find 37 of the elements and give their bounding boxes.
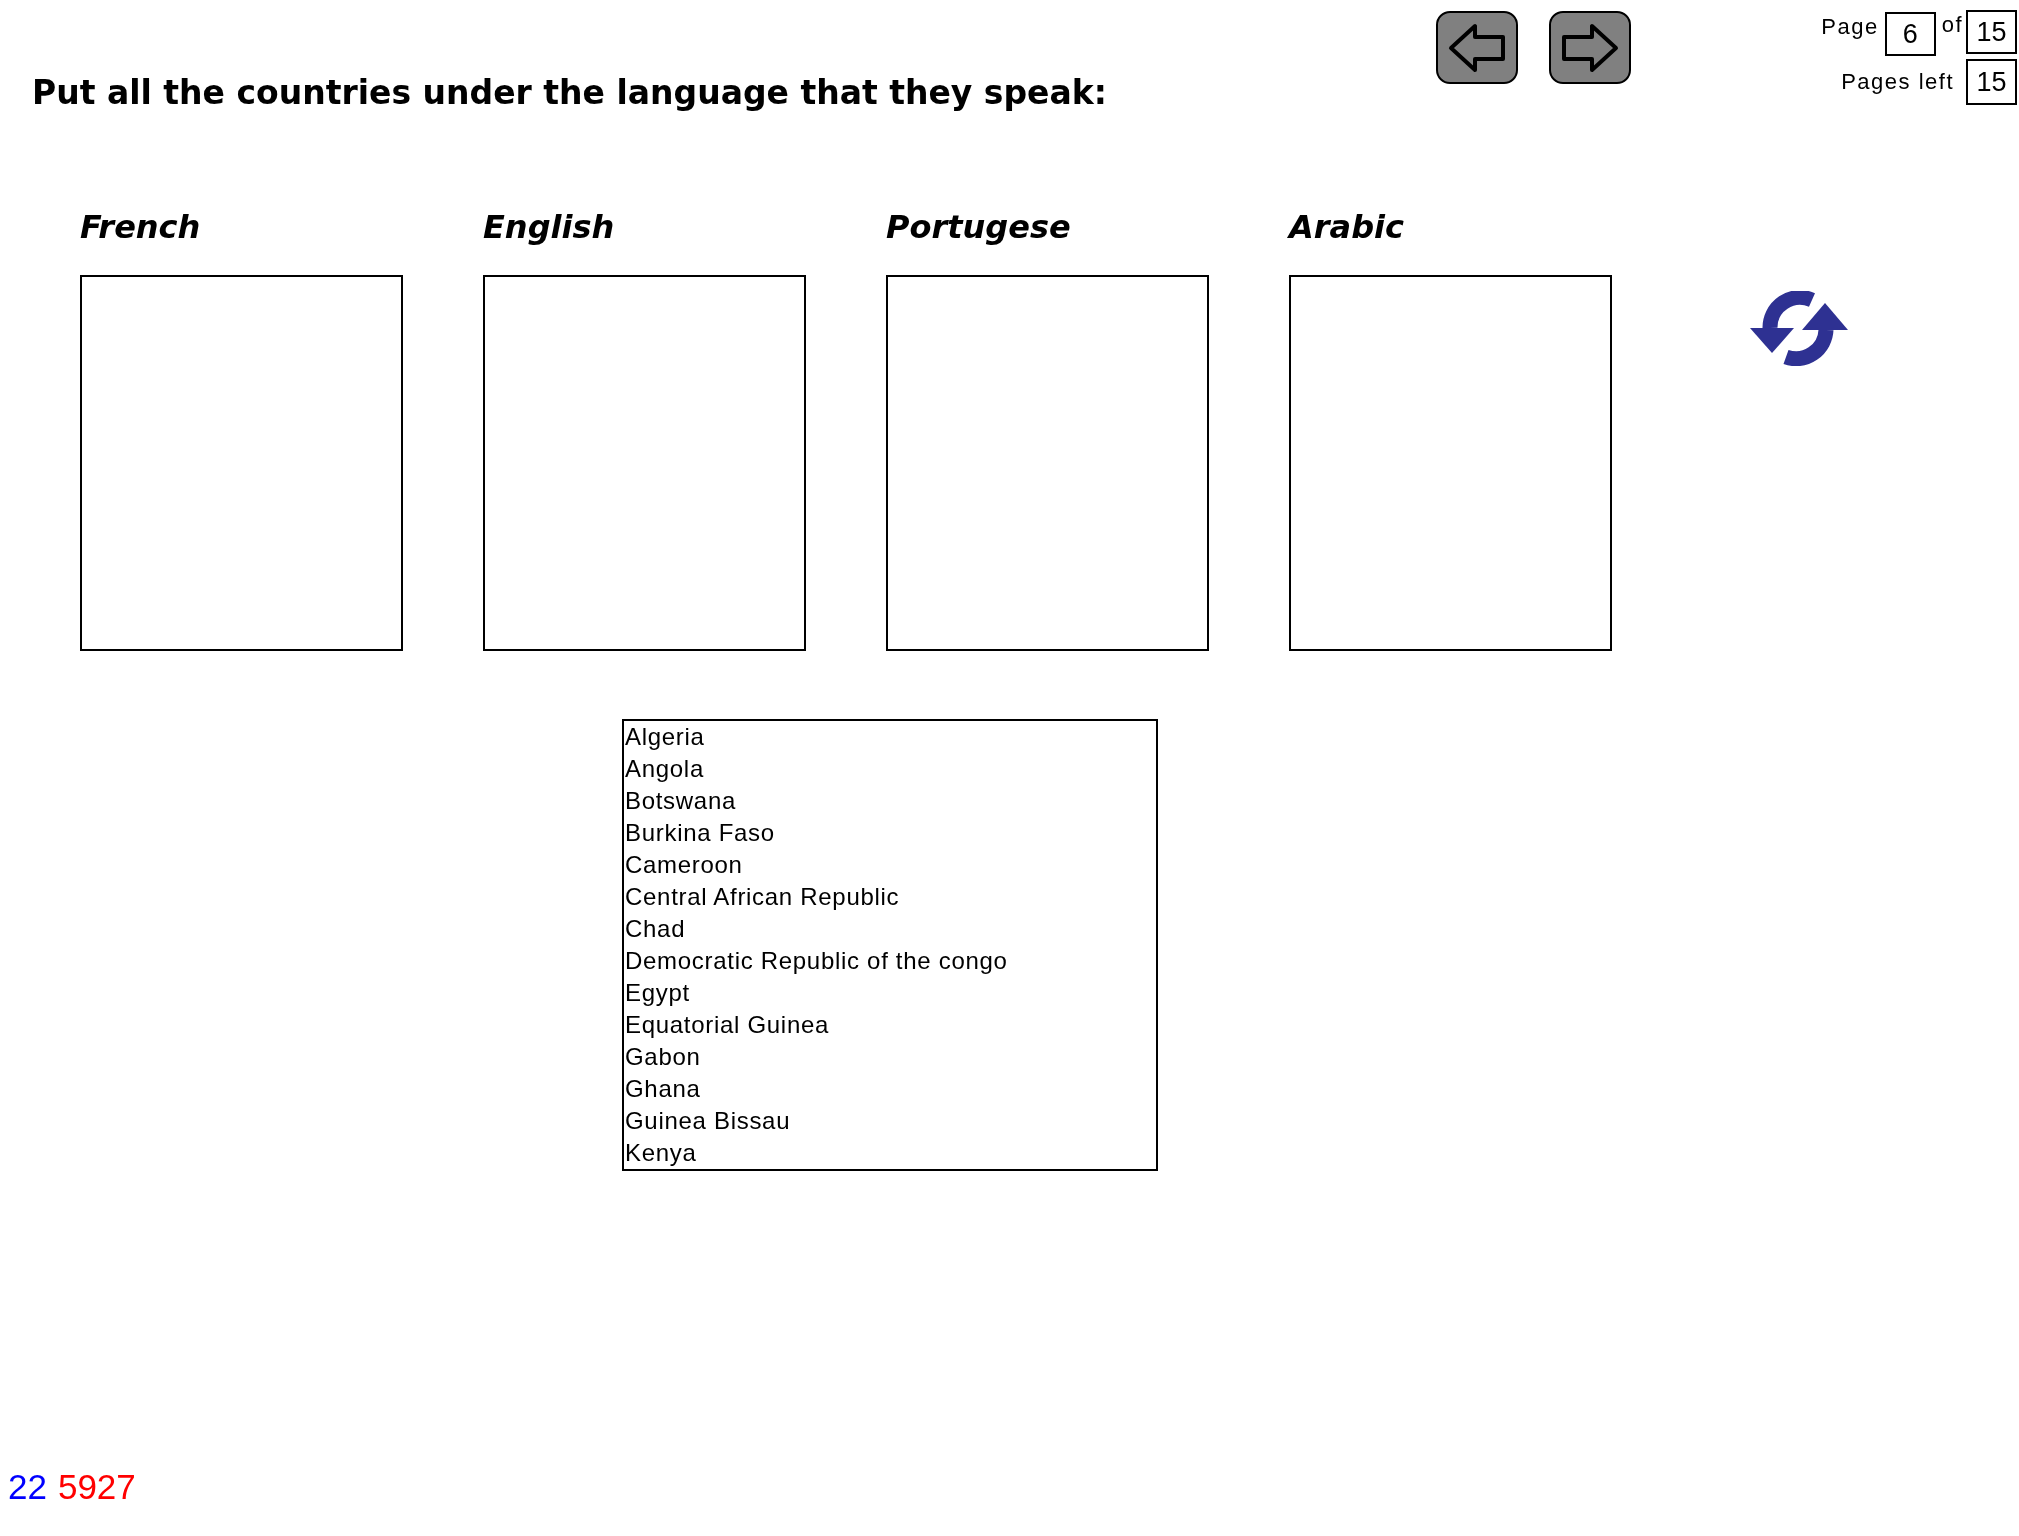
arrow-left-icon [1448, 22, 1506, 73]
drop-area[interactable] [483, 275, 806, 651]
country-item[interactable]: Ghana [624, 1073, 1156, 1105]
instruction-text: Put all the countries under the language that they speak: [32, 74, 1108, 112]
country-item[interactable]: Algeria [624, 721, 1156, 753]
country-item[interactable]: Democratic Republic of the congo [624, 945, 1156, 977]
back-button[interactable] [1436, 11, 1518, 84]
drop-area[interactable] [80, 275, 403, 651]
drop-area[interactable] [886, 275, 1209, 651]
country-item[interactable]: Guinea Bissau [624, 1105, 1156, 1137]
language-heading: French [80, 207, 201, 247]
arrow-right-icon [1561, 22, 1619, 73]
country-item[interactable]: Kenya [624, 1137, 1156, 1169]
forward-button[interactable] [1549, 11, 1631, 84]
page-label: Page [1821, 14, 1879, 40]
language-heading: Arabic [1289, 207, 1404, 247]
country-item[interactable]: Gabon [624, 1041, 1156, 1073]
country-item[interactable]: Egypt [624, 977, 1156, 1009]
country-item[interactable]: Chad [624, 913, 1156, 945]
country-item[interactable]: Equatorial Guinea [624, 1009, 1156, 1041]
language-heading: Portugese [886, 207, 1071, 247]
country-item[interactable]: Central African Republic [624, 881, 1156, 913]
pages-left-label: Pages left [1841, 69, 1954, 95]
drop-area[interactable] [1289, 275, 1612, 651]
refresh-icon[interactable] [1750, 291, 1848, 366]
of-label: of [1941, 12, 1963, 38]
pages-left-field: 15 [1966, 59, 2017, 105]
page-number-field[interactable]: 6 [1884, 12, 1936, 56]
total-pages-field: 15 [1966, 10, 2017, 54]
country-item[interactable]: Botswana [624, 785, 1156, 817]
score-number: 5927 [57, 1467, 136, 1507]
score-number: 22 [8, 1467, 47, 1507]
language-heading: English [483, 207, 615, 247]
country-item[interactable]: Cameroon [624, 849, 1156, 881]
country-item[interactable]: Burkina Faso [624, 817, 1156, 849]
country-item[interactable]: Angola [624, 753, 1156, 785]
country-list[interactable]: Algeria Angola Botswana Burkina Faso Cameroon Central African Republic Chad Democratic Republic of the congo Egypt Equatorial Guinea Gabon Ghana Guinea Bissau Kenya [622, 719, 1158, 1171]
